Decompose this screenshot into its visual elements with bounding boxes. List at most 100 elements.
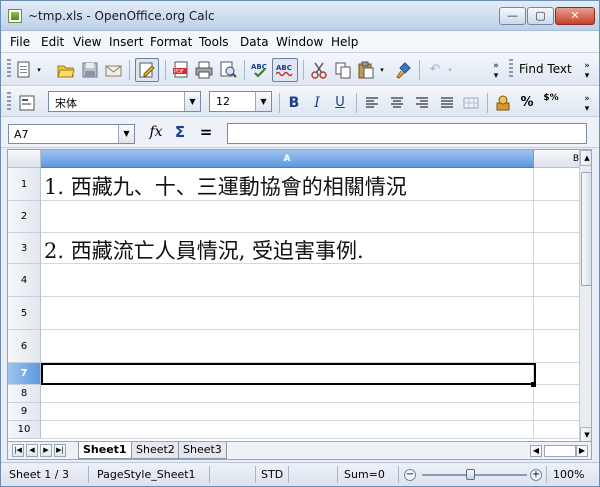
toolbar-grip[interactable] [7,59,11,79]
merge-cells-icon[interactable] [462,94,480,112]
row-header-8[interactable]: 8 [8,385,41,403]
row-header-1[interactable]: 1 [8,168,41,201]
open-icon[interactable] [57,61,75,79]
export-pdf-icon[interactable]: PDF [172,61,190,79]
last-sheet-icon[interactable]: ▶| [54,444,66,457]
spreadsheet-grid[interactable]: A B 1 1. 西藏九、十、三運動協會的相關情況 2 3 2. 西藏流亡人員情況, 受… [7,149,592,442]
chevron-down-icon[interactable]: ▼ [255,92,271,111]
save-icon[interactable] [81,61,99,79]
font-size-combo[interactable]: 12 ▼ [209,91,272,112]
align-center-icon[interactable] [388,94,406,112]
standard-format-button[interactable]: $% [542,94,560,112]
cell-b4[interactable] [534,264,579,297]
cell-b8[interactable] [534,385,579,403]
font-name-combo[interactable]: 宋体 ▼ [48,91,201,112]
horizontal-scrollbar[interactable] [544,445,576,457]
row-header-10[interactable]: 10 [8,421,41,439]
italic-button[interactable]: I [308,94,326,112]
row-header-3[interactable]: 3 [8,233,41,264]
row-header-2[interactable]: 2 [8,201,41,233]
row-header-7[interactable]: 7 [8,363,41,385]
cell-a3[interactable]: 2. 西藏流亡人員情況, 受迫害事例. [41,233,534,264]
column-header-a[interactable]: A [41,150,534,168]
paste-icon[interactable] [357,61,375,79]
cell-a6[interactable] [41,330,534,363]
paste-dropdown-icon[interactable]: ▾ [377,61,387,79]
email-icon[interactable] [105,61,123,79]
menu-data[interactable]: Data [240,35,269,49]
undo-dropdown-icon[interactable]: ▾ [445,61,455,79]
toolbar-overflow-icon[interactable]: » ▾ [581,94,593,114]
cell-a5[interactable] [41,297,534,330]
undo-icon[interactable]: ↶ [426,61,444,79]
prev-sheet-icon[interactable]: ◀ [26,444,38,457]
percent-button[interactable]: % [518,94,536,112]
menu-insert[interactable]: Insert [109,35,143,49]
maximize-button[interactable]: ▢ [527,7,554,25]
toolbar-grip[interactable] [7,92,11,112]
find-text-label[interactable]: Find Text [519,62,572,76]
menu-help[interactable]: Help [331,35,358,49]
row-header-9[interactable]: 9 [8,403,41,421]
new-icon[interactable] [15,61,33,79]
cell-a4[interactable] [41,264,534,297]
menu-view[interactable]: View [73,35,101,49]
status-zoom[interactable]: 100% [553,468,584,481]
scroll-left-icon[interactable]: ◀ [530,445,542,457]
equals-button[interactable]: = [197,123,215,141]
cell-b10[interactable] [534,421,579,439]
chevron-down-icon[interactable]: ▼ [118,125,134,143]
tab-sheet1[interactable]: Sheet1 [78,442,132,459]
cell-a10[interactable] [41,421,534,439]
cell-b9[interactable] [534,403,579,421]
cell-b2[interactable] [534,201,579,233]
currency-format-icon[interactable] [494,94,512,112]
cell-a8[interactable] [41,385,534,403]
cell-a2[interactable] [41,201,534,233]
justify-icon[interactable] [438,94,456,112]
scrollbar-thumb[interactable] [581,172,591,286]
find-toolbar-grip[interactable] [509,59,513,79]
cell-a1[interactable]: 1. 西藏九、十、三運動協會的相關情況 [41,168,534,201]
status-selection-mode[interactable]: STD [261,468,283,481]
next-sheet-icon[interactable]: ▶ [40,444,52,457]
zoom-slider-knob[interactable] [466,469,475,480]
tab-sheet2[interactable]: Sheet2 [131,442,180,459]
print-preview-icon[interactable] [219,61,237,79]
chevron-down-icon[interactable]: ▼ [184,92,200,111]
print-icon[interactable] [195,61,213,79]
spellcheck-icon[interactable]: ABC [251,61,269,79]
cell-b6[interactable] [534,330,579,363]
menu-edit[interactable]: Edit [41,35,64,49]
select-all-corner[interactable] [8,150,41,168]
row-header-6[interactable]: 6 [8,330,41,363]
cell-b1[interactable] [534,168,579,201]
scroll-right-icon[interactable]: ▶ [576,445,588,457]
cell-b7[interactable] [534,363,579,385]
copy-icon[interactable] [334,61,352,79]
column-header-b[interactable]: B [534,150,579,168]
cell-b3[interactable] [534,233,579,264]
cell-a9[interactable] [41,403,534,421]
find-overflow-icon[interactable]: » ▾ [581,61,593,81]
function-wizard-button[interactable]: fx [147,123,165,141]
zoom-in-icon[interactable]: + [530,469,542,481]
autospellcheck-icon[interactable]: ABC [275,61,294,79]
minimize-button[interactable]: — [499,7,526,25]
edit-file-icon[interactable] [138,61,156,79]
align-left-icon[interactable] [363,94,381,112]
first-sheet-icon[interactable]: |◀ [12,444,24,457]
zoom-out-icon[interactable]: − [404,469,416,481]
format-paintbrush-icon[interactable] [395,61,413,79]
bold-button[interactable]: B [285,94,303,112]
toolbar-overflow-icon[interactable]: » ▾ [490,61,502,81]
tab-sheet3[interactable]: Sheet3 [178,442,227,459]
name-box[interactable]: A7 ▼ [8,124,135,144]
close-button[interactable]: ✕ [555,7,595,25]
menu-format[interactable]: Format [150,35,192,49]
new-dropdown-icon[interactable]: ▾ [34,61,44,79]
menu-window[interactable]: Window [276,35,323,49]
fill-handle[interactable] [531,382,536,387]
menu-file[interactable]: File [10,35,30,49]
formula-input[interactable] [227,123,587,144]
